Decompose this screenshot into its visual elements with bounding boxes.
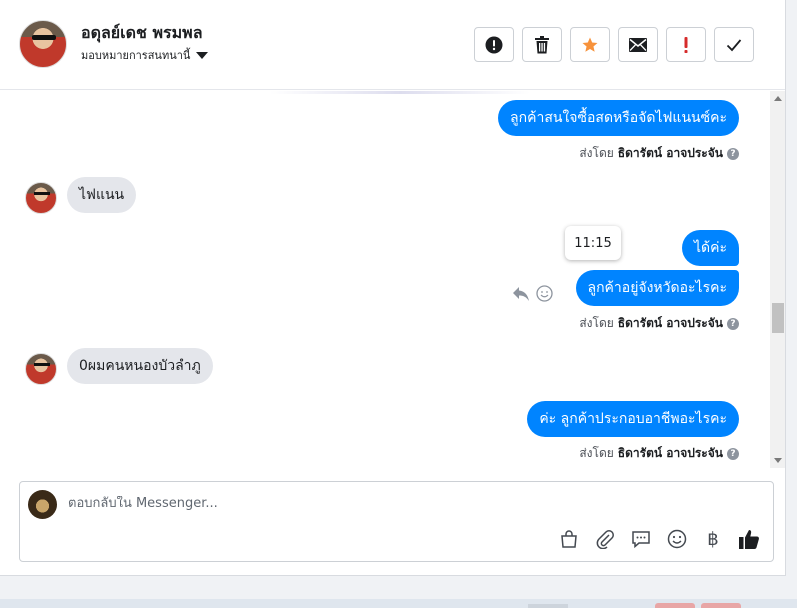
- contact-avatar-small[interactable]: [25, 182, 57, 214]
- emoji-icon[interactable]: [665, 527, 689, 551]
- message-bubble-outgoing[interactable]: ค่ะ ลูกค้าประกอบอาชีพอะไรคะ: [527, 401, 739, 437]
- checkmark-icon: [726, 38, 742, 51]
- saved-reply-icon[interactable]: [629, 527, 653, 551]
- sent-by-prefix: ส่งโดย: [579, 146, 614, 160]
- composer-toolbar: ฿: [557, 527, 761, 551]
- paperclip-icon[interactable]: [593, 527, 617, 551]
- help-icon[interactable]: ?: [727, 447, 739, 460]
- contact-avatar[interactable]: [19, 20, 67, 68]
- star-button[interactable]: [570, 27, 610, 62]
- message-bubble-outgoing[interactable]: ลูกค้าอยู่จังหวัดอะไรคะ: [575, 270, 739, 306]
- sent-by-label: ส่งโดย ธิดารัตน์ อาจประจัน ?: [579, 444, 739, 463]
- sent-by-agent[interactable]: ธิดารัตน์ อาจประจัน: [618, 144, 723, 163]
- assign-label: มอบหมายการสนทนานี้: [81, 49, 191, 62]
- caret-down-icon: [196, 51, 209, 59]
- timestamp-tooltip: 11:15: [565, 226, 621, 260]
- message-bubble-incoming[interactable]: 0ผมคนหนองบัวลำภู: [67, 348, 213, 384]
- envelope-icon: [629, 37, 647, 52]
- scroll-thumb[interactable]: [772, 303, 784, 333]
- taskbar-item[interactable]: [701, 603, 741, 608]
- baht-icon[interactable]: ฿: [701, 527, 725, 551]
- page-avatar: [28, 490, 57, 519]
- scroll-down-arrow-icon[interactable]: [774, 458, 782, 463]
- important-button[interactable]: [666, 27, 706, 62]
- contact-avatar-small[interactable]: [25, 353, 57, 385]
- help-icon[interactable]: ?: [727, 317, 739, 330]
- conversation-scrollbar[interactable]: [770, 91, 785, 468]
- conversation-header: อดุลย์เดช พรมพล มอบหมายการสนทนานี้: [0, 0, 785, 90]
- taskbar-item[interactable]: [528, 604, 568, 608]
- reply-input[interactable]: [68, 496, 748, 511]
- scroll-fade: [270, 91, 530, 94]
- reply-icon[interactable]: [512, 286, 530, 302]
- message-bubble-outgoing[interactable]: ได้ค่ะ: [681, 230, 739, 266]
- reply-composer: ฿: [19, 481, 774, 562]
- exclamation-icon: [684, 36, 688, 53]
- spam-button[interactable]: [474, 27, 514, 62]
- delete-button[interactable]: [522, 27, 562, 62]
- email-button[interactable]: [618, 27, 658, 62]
- message-bubble-outgoing[interactable]: ลูกค้าสนใจซื้อสดหรือจัดไฟแนนซ์คะ: [498, 100, 739, 136]
- thumbs-up-icon[interactable]: [737, 527, 761, 551]
- taskbar-item[interactable]: [655, 603, 695, 608]
- message-bubble-incoming[interactable]: ไฟแนน: [67, 177, 137, 213]
- done-button[interactable]: [714, 27, 754, 62]
- star-icon: [582, 37, 598, 52]
- trash-icon: [535, 35, 549, 53]
- sent-by-agent[interactable]: ธิดารัตน์ อาจประจัน: [618, 444, 723, 463]
- gift-bag-icon[interactable]: [557, 527, 581, 551]
- message-list[interactable]: ลูกค้าสนใจซื้อสดหรือจัดไฟแนนซ์คะ ส่งโดย …: [0, 91, 770, 468]
- sent-by-prefix: ส่งโดย: [579, 316, 614, 330]
- sent-by-prefix: ส่งโดย: [579, 446, 614, 460]
- header-toolbar: [474, 27, 754, 62]
- assign-conversation[interactable]: มอบหมายการสนทนานี้: [81, 46, 209, 64]
- contact-name[interactable]: อดุลย์เดช พรมพล: [81, 21, 203, 46]
- exclamation-circle-icon: [485, 36, 503, 53]
- message-actions: [512, 285, 553, 302]
- sent-by-label: ส่งโดย ธิดารัตน์ อาจประจัน ?: [579, 144, 739, 163]
- sent-by-agent[interactable]: ธิดารัตน์ อาจประจัน: [618, 314, 723, 333]
- scroll-up-arrow-icon[interactable]: [774, 96, 782, 101]
- messenger-conversation-window: อดุลย์เดช พรมพล มอบหมายการสนทนานี้ ลูกค้…: [0, 0, 786, 576]
- emoji-react-icon[interactable]: [536, 285, 553, 302]
- help-icon[interactable]: ?: [727, 147, 739, 160]
- sent-by-label: ส่งโดย ธิดารัตน์ อาจประจัน ?: [579, 314, 739, 333]
